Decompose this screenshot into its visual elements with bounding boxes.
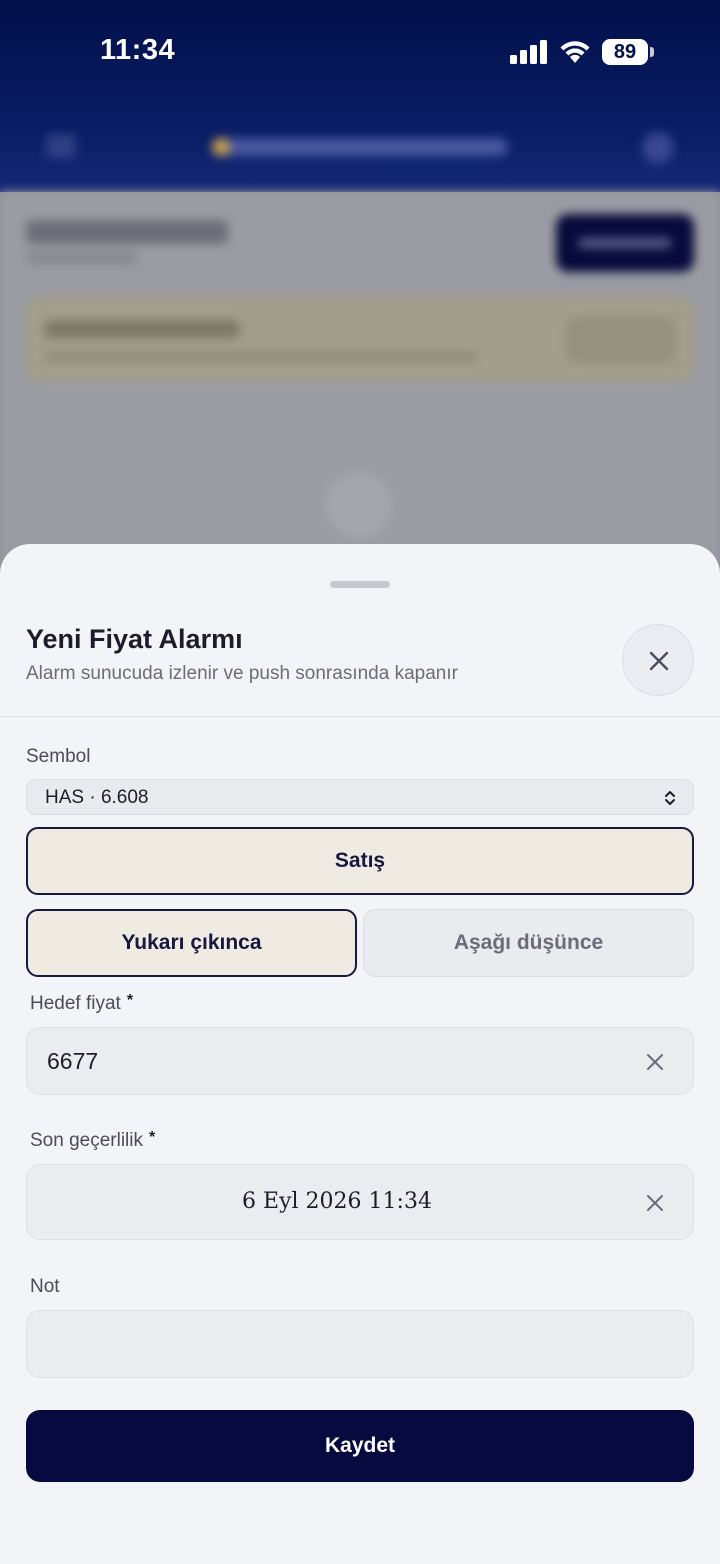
expiry-date-value: 6 Eyl 2026 11:34 (242, 1189, 432, 1214)
status-bar: 11:34 89 (0, 0, 720, 100)
direction-option-down[interactable]: Aşağı düşünce (363, 909, 694, 977)
symbol-select[interactable]: HAS · 6.608 (26, 779, 694, 815)
note-label: Not (30, 1276, 60, 1297)
background-page-subtitle (26, 252, 138, 264)
battery-level: 89 (602, 39, 648, 65)
expiry-label-text: Son geçerlilik (30, 1130, 143, 1151)
direction-option-up[interactable]: Yukarı çıkınca (26, 909, 357, 977)
notification-bell-icon (642, 132, 674, 164)
save-button[interactable]: Kaydet (26, 1410, 694, 1482)
empty-state-icon (326, 472, 392, 538)
direction-option-label: Yukarı çıkınca (121, 931, 262, 954)
select-chevron-icon (665, 791, 675, 805)
sheet-grabber[interactable] (330, 581, 390, 588)
direction-option-label: Aşağı düşünce (453, 931, 604, 954)
background-content (0, 192, 720, 600)
background-notification-banner (26, 296, 694, 382)
clear-target-price-icon[interactable] (645, 1052, 665, 1072)
ticker-coin-icon (212, 138, 230, 156)
side-toggle-label: Satış (334, 849, 386, 872)
new-alarm-sheet: Yeni Fiyat Alarmı Alarm sunucuda izlenir… (0, 544, 720, 1564)
clear-expiry-icon[interactable] (645, 1193, 665, 1213)
background-ticker (212, 138, 508, 156)
wifi-icon (560, 41, 590, 63)
target-price-label: Hedef fiyat * (30, 992, 134, 1015)
target-price-label-text: Hedef fiyat (30, 993, 121, 1014)
expiry-date-input[interactable]: 6 Eyl 2026 11:34 (26, 1164, 694, 1240)
sheet-subtitle: Alarm sunucuda izlenir ve push sonrasınd… (26, 663, 458, 684)
header-divider (0, 716, 720, 717)
target-price-value: 6677 (47, 1048, 99, 1074)
target-price-input[interactable]: 6677 (26, 1027, 694, 1095)
background-new-alarm-button (556, 214, 694, 272)
signal-icon (510, 40, 547, 64)
symbol-label: Sembol (26, 746, 91, 767)
expiry-label: Son geçerlilik * (30, 1129, 156, 1152)
side-toggle-satis[interactable]: Satış (26, 827, 694, 895)
battery-icon: 89 (602, 39, 654, 65)
menu-icon (46, 132, 76, 162)
required-mark: * (149, 1129, 156, 1146)
close-icon (649, 651, 669, 671)
status-time: 11:34 (100, 34, 176, 66)
background-page-title (26, 220, 228, 244)
symbol-select-value: HAS · 6.608 (45, 787, 149, 808)
sheet-title: Yeni Fiyat Alarmı (26, 624, 243, 654)
required-mark: * (126, 992, 134, 1009)
note-input[interactable] (26, 1310, 694, 1378)
close-button[interactable] (622, 624, 694, 696)
